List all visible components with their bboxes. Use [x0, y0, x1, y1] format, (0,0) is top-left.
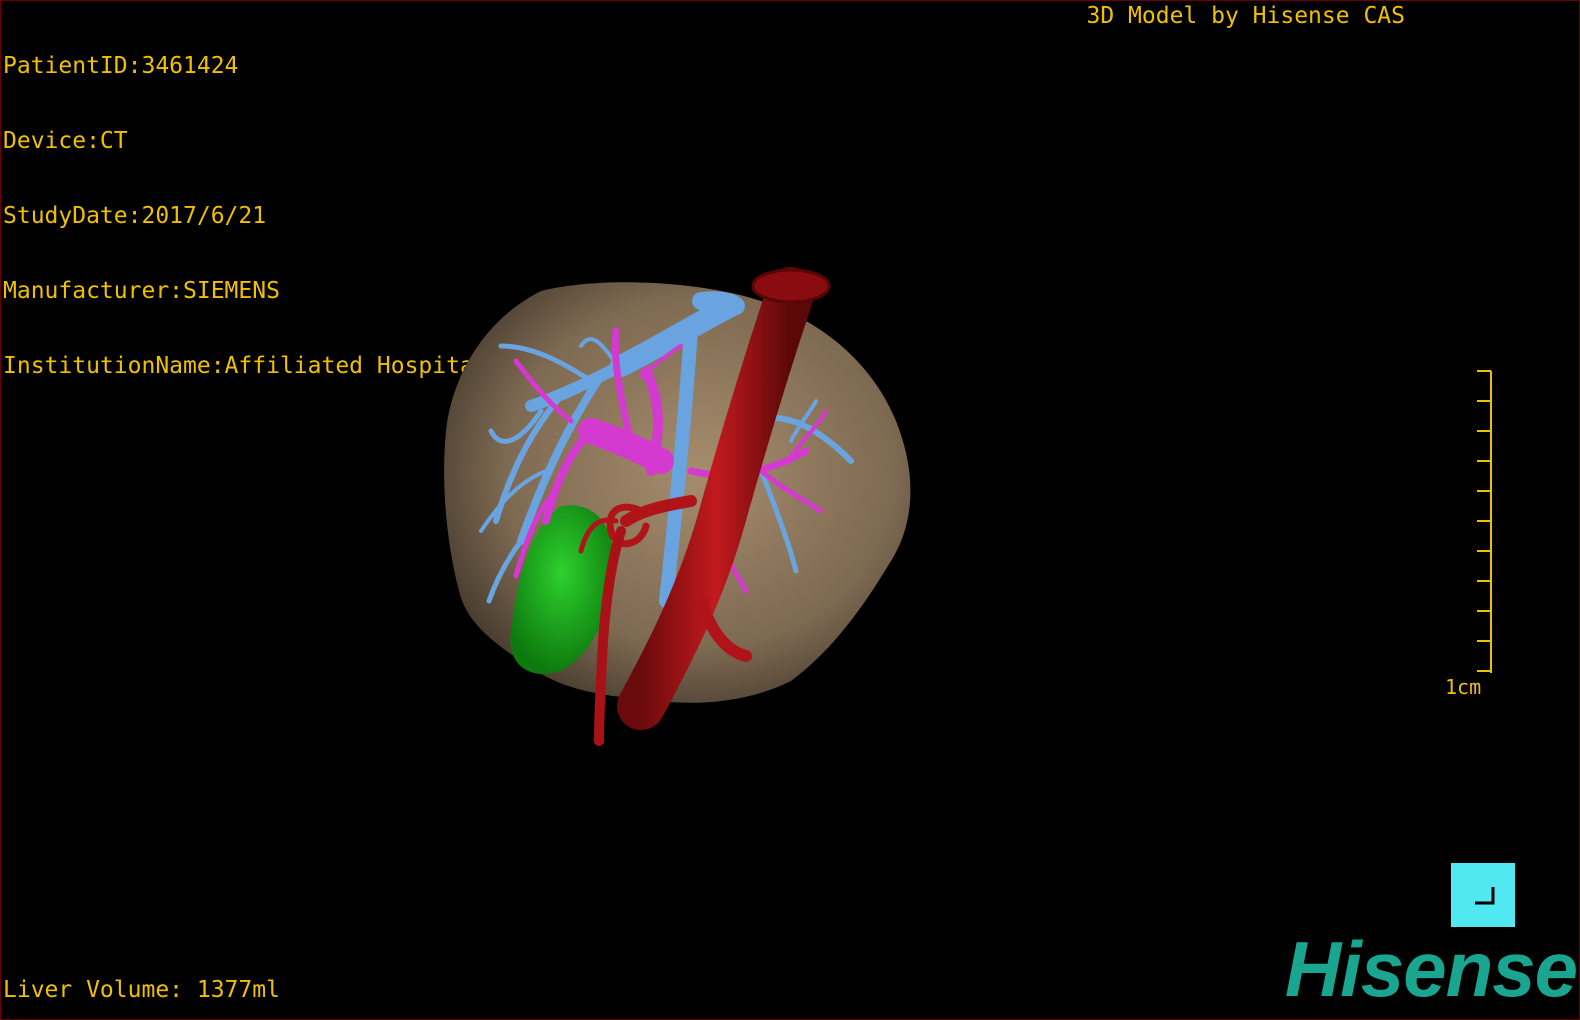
scale-label: 1cm [1445, 675, 1482, 699]
corner-reset-button[interactable] [1451, 863, 1515, 927]
hisense-logo: Hisense [1284, 925, 1578, 1013]
liver-3d-model[interactable] [1, 1, 1579, 1019]
liver-volume-text: Liver Volume: 1377ml [3, 977, 280, 1003]
3d-viewport[interactable]: PatientID:3461424 Device:CT StudyDate:20… [0, 0, 1580, 1020]
corner-bracket-icon [1475, 887, 1495, 905]
scale-ruler [1477, 370, 1492, 673]
